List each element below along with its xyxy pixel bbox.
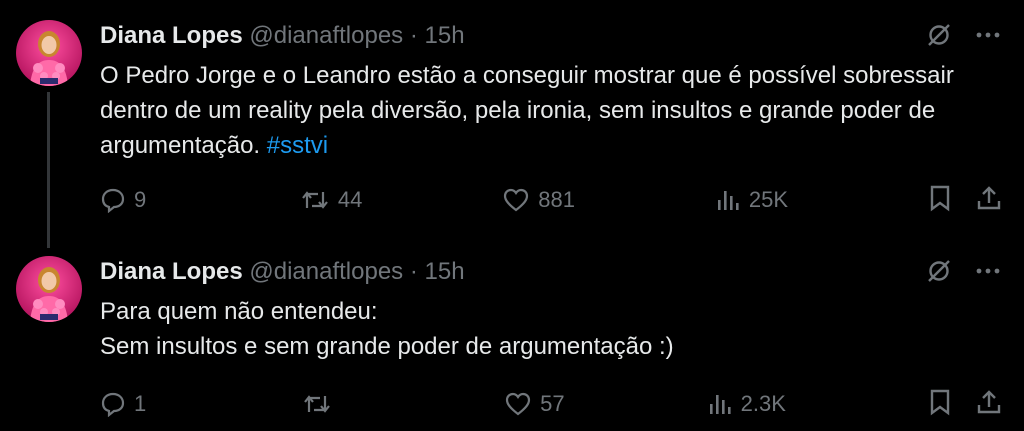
author-handle[interactable]: @dianaftlopes [249,22,403,49]
author-name[interactable]: Diana Lopes [100,258,243,285]
retweet-count: 44 [337,187,363,212]
views-count: 25K [748,187,789,212]
header-actions [926,258,1000,284]
separator-dot: · [409,22,418,49]
share-icon[interactable] [976,184,1002,217]
bookmark-icon[interactable] [928,388,952,421]
reply-button[interactable]: 1 [100,391,160,417]
views-button[interactable]: 25K [715,187,788,213]
header-actions [926,22,1000,48]
thread-line [47,92,50,248]
tweet[interactable]: Diana Lopes @dianaftlopes · 15h Para que… [0,236,1024,431]
like-count: 57 [540,391,565,416]
tweet-text: Para quem não entendeu: Sem insultos e s… [100,294,980,364]
tweet-time[interactable]: 15h [425,22,465,49]
like-count: 881 [538,187,576,212]
views-button[interactable]: 2.3K [707,391,786,417]
tweet-text: O Pedro Jorge e o Leandro estão a conseg… [100,58,980,163]
tweet-actions: 9 44 881 25K [100,184,1002,216]
more-icon[interactable] [976,31,1000,39]
author-handle[interactable]: @dianaftlopes [249,258,403,285]
tweet-actions: 1 57 2.3K [100,388,1002,420]
views-count: 2.3K [740,391,786,416]
more-icon[interactable] [976,267,1000,275]
reply-button[interactable]: 9 [100,187,160,213]
tweet-header: Diana Lopes @dianaftlopes · 15h [100,22,465,50]
author-name[interactable]: Diana Lopes [100,22,243,49]
reply-icon [101,392,125,417]
retweet-icon [302,191,328,209]
views-icon [717,191,739,210]
grok-icon[interactable] [926,22,952,48]
hashtag-link[interactable]: #sstvi [267,132,328,159]
avatar[interactable] [16,20,82,86]
tweet-header: Diana Lopes @dianaftlopes · 15h [100,258,465,286]
separator-dot: · [409,258,418,285]
views-icon [709,395,731,414]
like-icon [504,188,529,212]
retweet-button[interactable]: 44 [300,187,362,213]
tweet-text-line: Para quem não entendeu: [100,298,378,325]
tweet[interactable]: Diana Lopes @dianaftlopes · 15h O Pedro … [0,0,1024,248]
tweet-time[interactable]: 15h [425,258,465,285]
avatar[interactable] [16,256,82,322]
reply-icon [101,188,125,213]
like-button[interactable]: 57 [504,391,565,417]
secondary-actions [928,184,1002,217]
grok-icon[interactable] [926,258,952,284]
tweet-text-content: O Pedro Jorge e o Leandro estão a conseg… [100,62,954,159]
reply-count: 9 [134,187,147,212]
like-icon [506,392,531,416]
retweet-button[interactable] [302,391,362,417]
secondary-actions [928,388,1002,421]
retweet-icon [304,395,330,413]
like-button[interactable]: 881 [502,187,575,213]
share-icon[interactable] [976,388,1002,421]
bookmark-icon[interactable] [928,184,952,217]
reply-count: 1 [134,391,147,416]
tweet-text-line: Sem insultos e sem grande poder de argum… [100,333,674,360]
